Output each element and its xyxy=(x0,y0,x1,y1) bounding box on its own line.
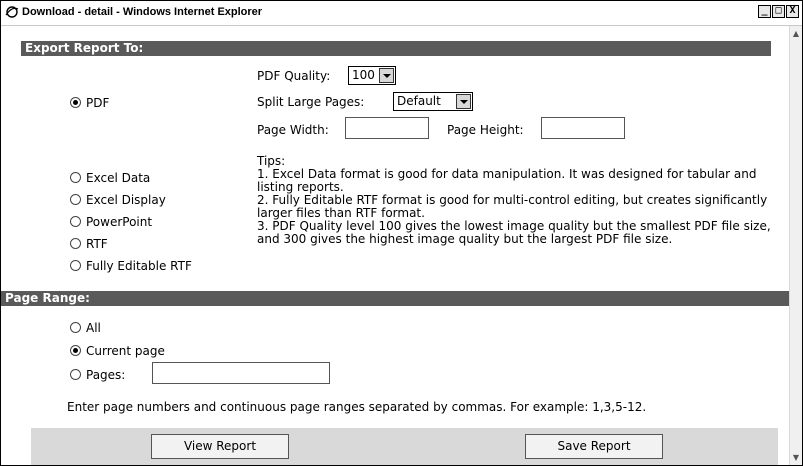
page-range-all-label: All xyxy=(86,321,101,335)
format-excel-data-label: Excel Data xyxy=(86,171,151,185)
close-button[interactable]: X xyxy=(786,5,799,18)
view-report-button[interactable]: View Report xyxy=(151,434,289,459)
format-excel-display-label: Excel Display xyxy=(86,193,166,207)
pdf-quality-value: 100 xyxy=(352,68,375,82)
pdf-quality-select[interactable]: 100 xyxy=(348,66,396,85)
window-title: Download - detail - Windows Internet Exp… xyxy=(22,6,263,18)
save-report-button[interactable]: Save Report xyxy=(525,434,663,459)
tip-3: 3. PDF Quality level 100 gives the lowes… xyxy=(257,219,775,246)
radio-rtf[interactable] xyxy=(70,238,81,249)
scroll-down-icon[interactable]: ▼ xyxy=(791,452,801,464)
page-range-section-header: Page Range: xyxy=(1,291,790,306)
page-range-hint: Enter page numbers and continuous page r… xyxy=(67,400,647,414)
format-fully-editable-rtf-label: Fully Editable RTF xyxy=(86,259,192,273)
export-section-header: Export Report To: xyxy=(21,41,771,56)
page-width-label: Page Width: xyxy=(257,123,329,137)
format-pdf-label: PDF xyxy=(86,96,110,110)
split-pages-value: Default xyxy=(397,94,441,108)
radio-all-pages[interactable] xyxy=(70,322,81,333)
button-bar: View Report Save Report xyxy=(31,428,778,465)
radio-fully-editable-rtf[interactable] xyxy=(70,260,81,271)
chevron-down-icon[interactable] xyxy=(456,94,471,109)
page-width-input[interactable] xyxy=(345,117,429,139)
page-range-pages-label: Pages: xyxy=(86,368,126,382)
page-content: Export Report To: PDF Quality: 100 Split… xyxy=(1,26,790,465)
split-pages-label: Split Large Pages: xyxy=(257,95,365,109)
radio-pdf[interactable] xyxy=(70,97,81,108)
split-pages-select[interactable]: Default xyxy=(393,92,473,111)
tip-2: 2. Fully Editable RTF format is good for… xyxy=(257,193,772,220)
radio-current-page[interactable] xyxy=(70,345,81,356)
radio-excel-display[interactable] xyxy=(70,194,81,205)
internet-explorer-icon xyxy=(5,6,19,18)
pdf-quality-label: PDF Quality: xyxy=(257,69,331,83)
maximize-button[interactable]: □ xyxy=(772,5,785,18)
chevron-down-icon[interactable] xyxy=(379,68,394,83)
browser-window: Download - detail - Windows Internet Exp… xyxy=(0,0,803,466)
tip-1: 1. Excel Data format is good for data ma… xyxy=(257,167,761,194)
radio-pages[interactable] xyxy=(70,369,81,380)
page-height-label: Page Height: xyxy=(447,123,524,137)
pages-input[interactable] xyxy=(152,362,330,384)
vertical-scrollbar[interactable]: ▲ ▼ xyxy=(789,26,802,465)
page-height-input[interactable] xyxy=(541,117,625,139)
scroll-up-icon[interactable]: ▲ xyxy=(791,28,801,40)
tips-text: Tips: 1. Excel Data format is good for d… xyxy=(257,155,777,246)
format-powerpoint-label: PowerPoint xyxy=(86,215,153,229)
minimize-button[interactable]: _ xyxy=(758,5,771,18)
radio-powerpoint[interactable] xyxy=(70,216,81,227)
page-range-current-label: Current page xyxy=(86,344,165,358)
radio-excel-data[interactable] xyxy=(70,172,81,183)
title-bar: Download - detail - Windows Internet Exp… xyxy=(1,1,802,26)
format-rtf-label: RTF xyxy=(86,237,108,251)
